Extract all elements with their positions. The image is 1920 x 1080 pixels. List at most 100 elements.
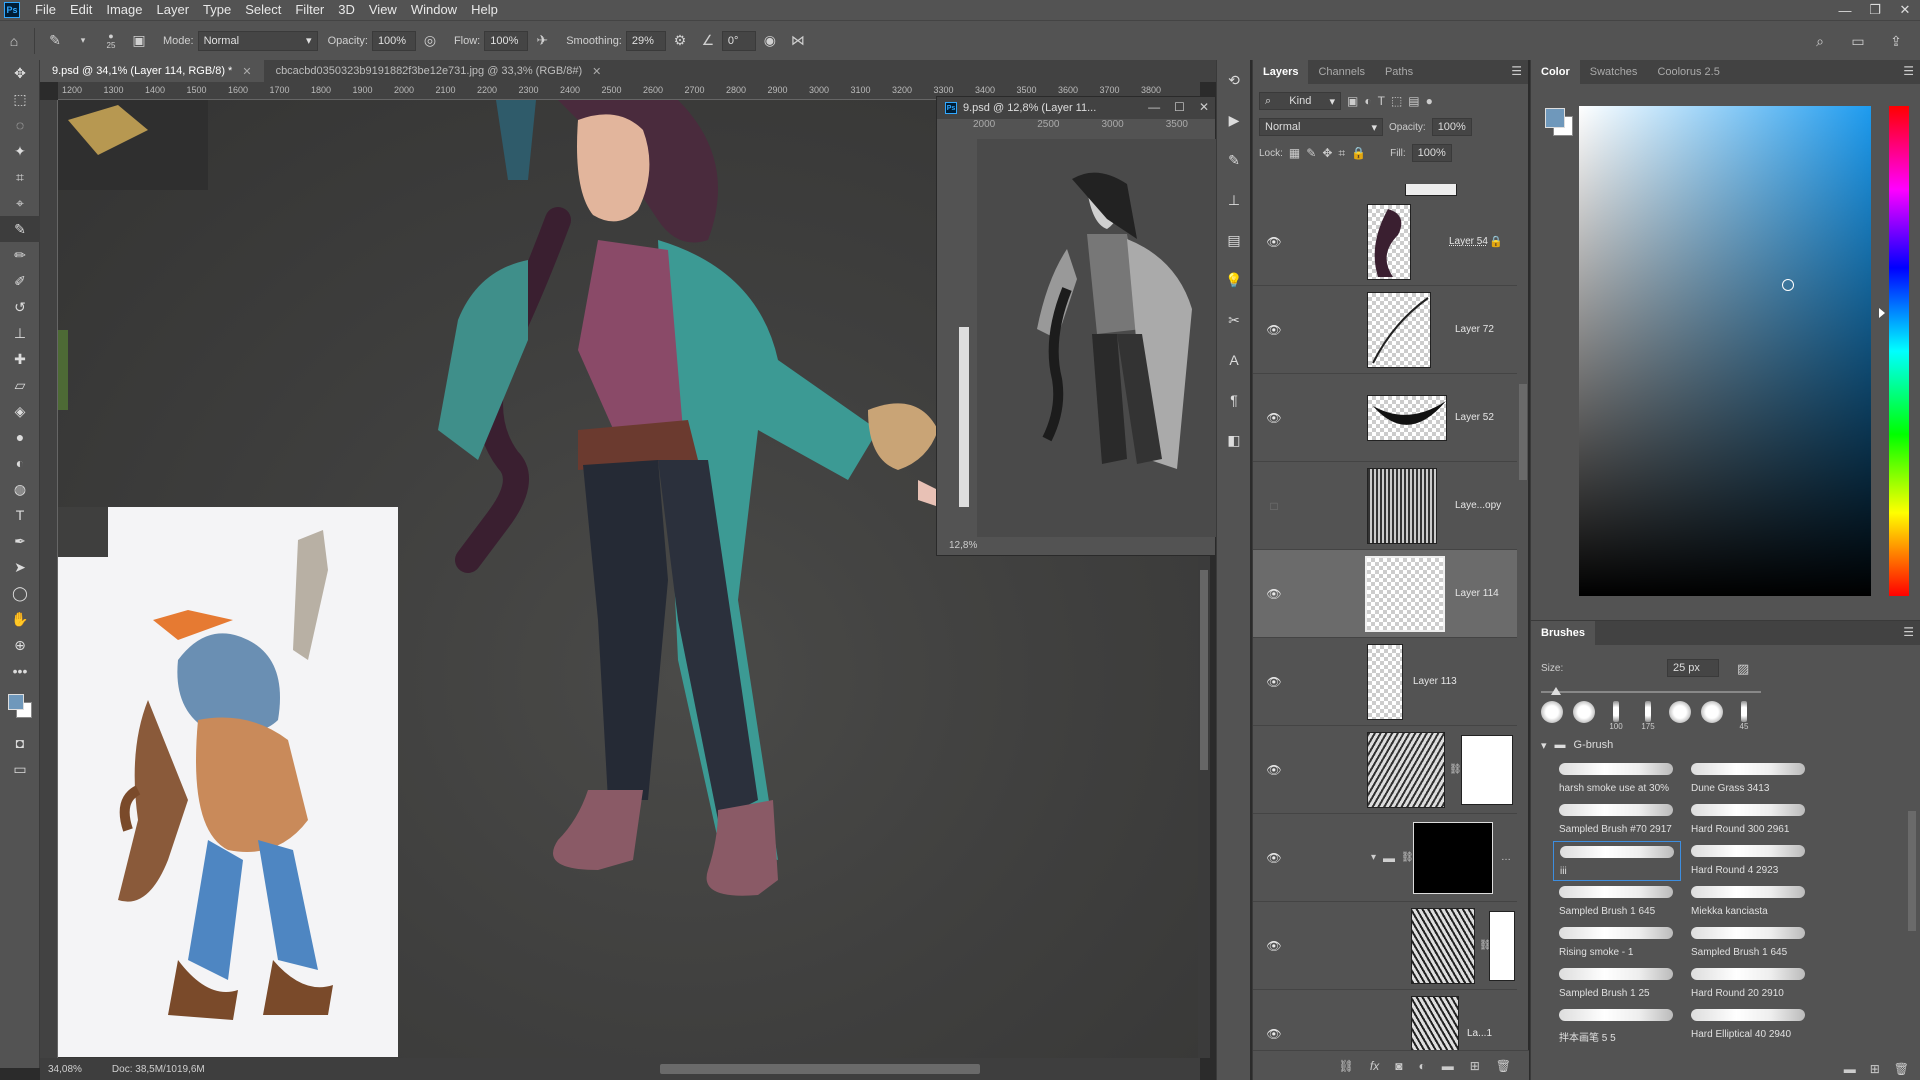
restore-icon[interactable]: ☐: [1174, 100, 1185, 114]
brush-preset[interactable]: Miekka kanciasta: [1685, 882, 1813, 922]
menu-select[interactable]: Select: [238, 0, 288, 20]
close-icon[interactable]: ✕: [1199, 100, 1209, 114]
close-icon[interactable]: ✕: [242, 65, 251, 78]
dodge-tool-icon[interactable]: ◐: [0, 450, 40, 476]
more-icon[interactable]: …: [1501, 852, 1511, 863]
screen-mode-icon[interactable]: ▭: [0, 756, 40, 782]
tab-paths[interactable]: Paths: [1375, 60, 1423, 84]
chevron-down-icon[interactable]: ▾: [1371, 852, 1376, 863]
layer-row[interactable]: 👁 Layer 54 🔒: [1253, 198, 1517, 286]
layer-row[interactable]: 👁 La...1: [1253, 990, 1517, 1050]
hue-slider[interactable]: [1889, 106, 1909, 596]
layers-scroll-thumb[interactable]: [1519, 384, 1527, 480]
filter-toggle-icon[interactable]: ●: [1426, 94, 1433, 108]
history-panel-icon[interactable]: ⟲: [1217, 60, 1251, 100]
panel-menu-icon[interactable]: ☰: [1903, 625, 1914, 639]
layer-row[interactable]: □ Laye...opy: [1253, 462, 1517, 550]
layer-row[interactable]: 👁 Layer 52: [1253, 374, 1517, 462]
history-brush-tool-icon[interactable]: ↺: [0, 294, 40, 320]
new-layer-icon[interactable]: ⊞: [1470, 1059, 1480, 1073]
recent-brush[interactable]: [1667, 701, 1693, 731]
layer-mask-thumbnail[interactable]: [1461, 734, 1513, 805]
sponge-tool-icon[interactable]: ◍: [0, 476, 40, 502]
trash-icon[interactable]: 🗑: [1496, 1059, 1511, 1073]
move-tool-icon[interactable]: ✥: [0, 60, 40, 86]
floating-window-title[interactable]: Ps 9.psd @ 12,8% (Layer 11... — ☐ ✕: [937, 97, 1215, 119]
menu-filter[interactable]: Filter: [288, 0, 331, 20]
fill-field[interactable]: 100%: [1411, 144, 1452, 162]
filter-type-icon[interactable]: T: [1378, 94, 1385, 108]
lock-all-icon[interactable]: 🔒: [1351, 146, 1366, 160]
share-icon[interactable]: ⇪: [1885, 30, 1907, 52]
brush-preset[interactable]: Rising smoke - 1: [1553, 923, 1681, 963]
layer-name[interactable]: Layer 72: [1455, 324, 1494, 335]
pencil-tool-icon[interactable]: ✏: [0, 242, 40, 268]
filter-adjustment-icon[interactable]: ◐: [1364, 94, 1371, 108]
symmetry-icon[interactable]: ⋈: [787, 30, 809, 52]
lock-transparency-icon[interactable]: ▦: [1289, 146, 1300, 160]
healing-tool-icon[interactable]: ✚: [0, 346, 40, 372]
eyedropper-tool-icon[interactable]: ⌖: [0, 190, 40, 216]
flow-field[interactable]: 100%: [484, 30, 529, 51]
panel-menu-icon[interactable]: ☰: [1511, 64, 1522, 78]
new-brush-icon[interactable]: ▨: [1737, 661, 1749, 677]
tool-presets-panel-icon[interactable]: ✂: [1217, 300, 1251, 340]
fx-icon[interactable]: fx: [1370, 1059, 1379, 1073]
menu-view[interactable]: View: [362, 0, 404, 20]
recent-brush[interactable]: 175: [1635, 701, 1661, 731]
layer-row-selected[interactable]: 👁 Layer 114: [1253, 550, 1517, 638]
recent-brush[interactable]: 45: [1731, 701, 1757, 731]
eye-icon[interactable]: 👁: [1263, 851, 1285, 865]
tab-swatches[interactable]: Swatches: [1580, 60, 1648, 84]
brush-preset[interactable]: Sampled Brush 1 645: [1685, 923, 1813, 963]
gear-icon[interactable]: ⚙: [669, 30, 691, 52]
layer-name[interactable]: Laye...opy: [1455, 500, 1501, 511]
quick-mask-icon[interactable]: ◘: [0, 730, 40, 756]
layer-row-group[interactable]: 👁 ▾ ▬ ⛓ …: [1253, 814, 1517, 902]
new-group-icon[interactable]: ▬: [1844, 1062, 1856, 1076]
pen-tool-icon[interactable]: ✒: [0, 528, 40, 554]
ellipse-tool-icon[interactable]: ◯: [0, 580, 40, 606]
layer-name[interactable]: Layer 113: [1413, 676, 1457, 687]
menu-type[interactable]: Type: [196, 0, 238, 20]
layer-list[interactable]: 👁 Layer 54 🔒 👁 Layer 72 👁 Layer 52 □ Lay…: [1253, 184, 1529, 1050]
eye-icon[interactable]: 👁: [1263, 587, 1285, 601]
brush-preset[interactable]: harsh smoke use at 30%: [1553, 759, 1681, 799]
layer-filter-select[interactable]: ⌕ Kind ▾: [1259, 92, 1341, 110]
menu-edit[interactable]: Edit: [63, 0, 99, 20]
eye-visibility-off-icon[interactable]: □: [1263, 499, 1285, 513]
close-icon[interactable]: ✕: [1890, 0, 1920, 20]
layer-name[interactable]: Layer 114: [1455, 588, 1499, 599]
angle-field[interactable]: 0°: [721, 30, 756, 51]
pressure-size-icon[interactable]: ◉: [759, 30, 781, 52]
lasso-tool-icon[interactable]: ◌: [0, 112, 40, 138]
eye-icon[interactable]: 👁: [1263, 235, 1285, 249]
adjustments-panel-icon[interactable]: ◧: [1217, 420, 1251, 460]
layer-name[interactable]: Layer 52: [1455, 412, 1494, 423]
brush-size-slider[interactable]: [1541, 691, 1761, 693]
recent-brush[interactable]: 100: [1603, 701, 1629, 731]
brush-size-knob[interactable]: [1551, 687, 1561, 695]
lock-position-icon[interactable]: ✥: [1322, 146, 1332, 160]
paint-bucket-tool-icon[interactable]: ◈: [0, 398, 40, 424]
hue-marker[interactable]: [1879, 308, 1885, 318]
chevron-down-icon[interactable]: ▾: [72, 30, 94, 52]
eye-icon[interactable]: 👁: [1263, 939, 1285, 953]
lock-image-icon[interactable]: ✎: [1306, 146, 1316, 160]
brush-group[interactable]: ▾ ▬ G-brush: [1531, 735, 1920, 755]
adjustment-layer-icon[interactable]: ◐: [1418, 1059, 1425, 1073]
color-picker-cursor[interactable]: [1782, 279, 1794, 291]
add-mask-icon[interactable]: ◙: [1395, 1059, 1402, 1073]
panel-menu-icon[interactable]: ☰: [1903, 64, 1914, 78]
layer-row[interactable]: 👁 ⛓: [1253, 726, 1517, 814]
eye-icon[interactable]: 👁: [1263, 763, 1285, 777]
zoom-readout[interactable]: 34,08%: [48, 1064, 82, 1075]
recent-brush[interactable]: [1539, 701, 1565, 731]
layer-row[interactable]: 👁 Layer 113: [1253, 638, 1517, 726]
layer-row[interactable]: 👁 ⛓: [1253, 902, 1517, 990]
brush-preset[interactable]: Sampled Brush #70 2917: [1553, 800, 1681, 840]
foreground-color-swatch[interactable]: [8, 694, 24, 710]
scroll-thumb[interactable]: [1200, 570, 1208, 770]
brush-preset[interactable]: Sampled Brush 1 25: [1553, 964, 1681, 1004]
clone-source-panel-icon[interactable]: ⊥: [1217, 180, 1251, 220]
